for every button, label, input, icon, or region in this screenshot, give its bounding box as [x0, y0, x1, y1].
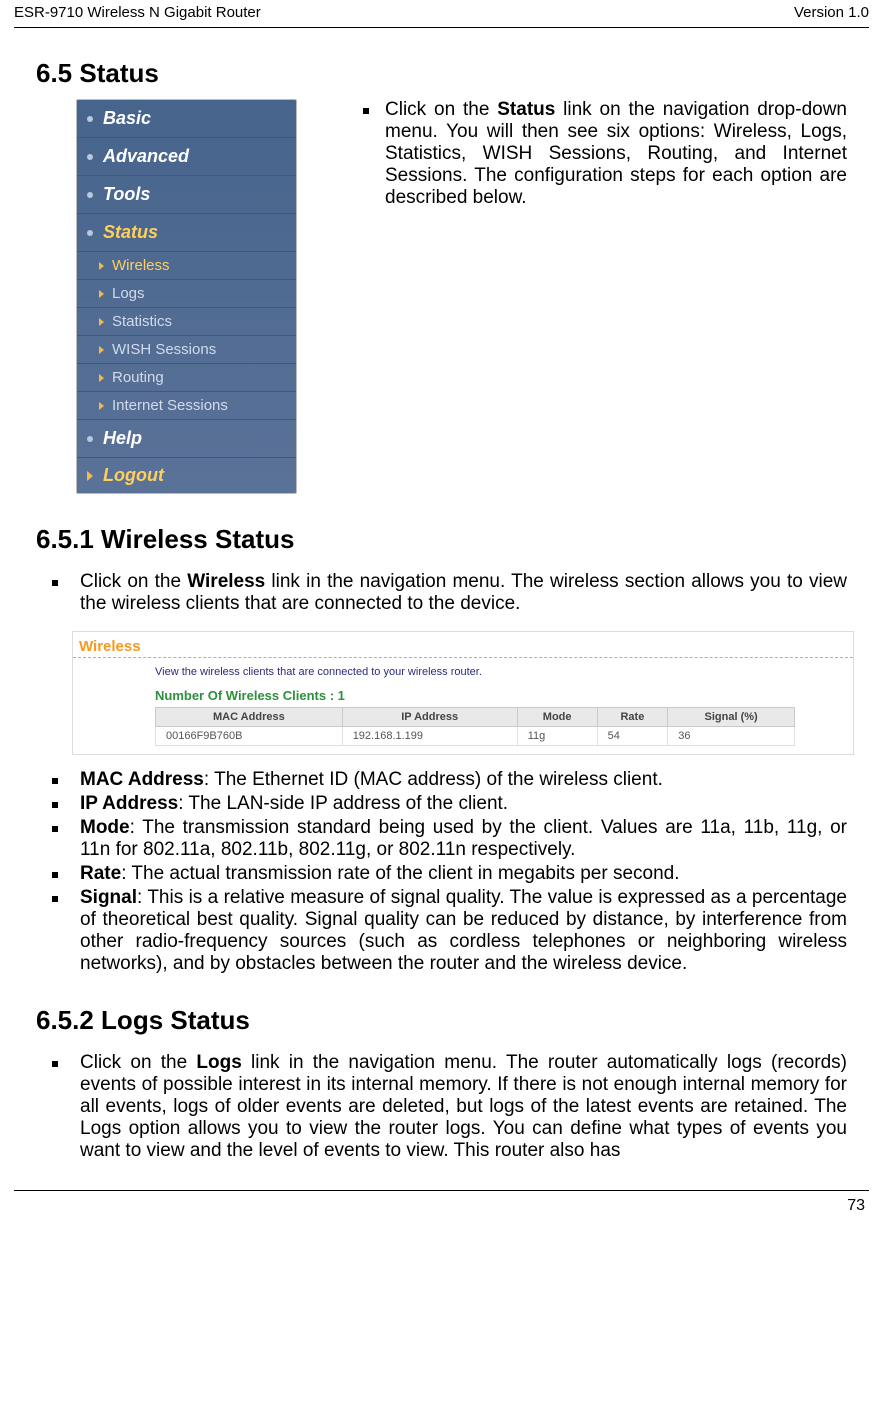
nav-help[interactable]: Help [77, 420, 296, 458]
square-bullet-icon [52, 872, 58, 878]
nav-sub-internet-sessions[interactable]: Internet Sessions [77, 392, 296, 420]
wireless-intro: Click on the Wireless link in the naviga… [36, 571, 847, 615]
square-bullet-icon [52, 1061, 58, 1067]
triangle-icon [99, 374, 104, 382]
col-mac: MAC Address [156, 708, 343, 727]
def-rate: Rate: The actual transmission rate of th… [36, 863, 847, 885]
cell-ip: 192.168.1.199 [342, 727, 517, 746]
nav-tools[interactable]: Tools [77, 176, 296, 214]
triangle-icon [87, 471, 93, 481]
wireless-table: MAC Address IP Address Mode Rate Signal … [155, 707, 795, 746]
triangle-icon [99, 290, 104, 298]
bullet-icon [87, 436, 93, 442]
col-signal: Signal (%) [668, 708, 795, 727]
bullet-icon [87, 116, 93, 122]
nav-sub-logs[interactable]: Logs [77, 280, 296, 308]
nav-sub-wireless[interactable]: Wireless [77, 252, 296, 280]
col-mode: Mode [517, 708, 597, 727]
nav-basic[interactable]: Basic [77, 100, 296, 138]
wireless-client-count: Number Of Wireless Clients : 1 [73, 688, 853, 707]
nav-advanced[interactable]: Advanced [77, 138, 296, 176]
def-ip: IP Address: The LAN-side IP address of t… [36, 793, 847, 815]
table-row: 00166F9B760B 192.168.1.199 11g 54 36 [156, 727, 795, 746]
triangle-icon [99, 262, 104, 270]
def-signal: Signal: This is a relative measure of si… [36, 887, 847, 975]
logs-intro: Click on the Logs link in the navigation… [36, 1052, 847, 1162]
nav-sub-statistics[interactable]: Statistics [77, 308, 296, 336]
header-left: ESR-9710 Wireless N Gigabit Router [14, 4, 261, 21]
page-footer: 73 [14, 1190, 869, 1225]
bullet-icon [87, 192, 93, 198]
square-bullet-icon [363, 108, 369, 114]
triangle-icon [99, 402, 104, 410]
page-number: 73 [847, 1197, 865, 1214]
cell-signal: 36 [668, 727, 795, 746]
cell-mode: 11g [517, 727, 597, 746]
col-ip: IP Address [342, 708, 517, 727]
square-bullet-icon [52, 826, 58, 832]
triangle-icon [99, 346, 104, 354]
square-bullet-icon [52, 778, 58, 784]
cell-rate: 54 [597, 727, 668, 746]
desc-bold: Status [497, 99, 555, 120]
square-bullet-icon [52, 580, 58, 586]
wireless-panel-description: View the wireless clients that are conne… [73, 666, 853, 688]
square-bullet-icon [52, 896, 58, 902]
nav-sub-routing[interactable]: Routing [77, 364, 296, 392]
cell-mac: 00166F9B760B [156, 727, 343, 746]
def-mac: MAC Address: The Ethernet ID (MAC addres… [36, 769, 847, 791]
nav-sub-wish-sessions[interactable]: WISH Sessions [77, 336, 296, 364]
desc-prefix: Click on the [385, 99, 497, 120]
table-header-row: MAC Address IP Address Mode Rate Signal … [156, 708, 795, 727]
square-bullet-icon [52, 802, 58, 808]
triangle-icon [99, 318, 104, 326]
section-6-5-title: 6.5 Status [36, 58, 847, 89]
col-rate: Rate [597, 708, 668, 727]
wireless-panel: Wireless View the wireless clients that … [72, 631, 854, 755]
section-6-5-2-title: 6.5.2 Logs Status [36, 1005, 847, 1036]
wireless-panel-heading: Wireless [73, 632, 853, 658]
section-6-5-1-title: 6.5.1 Wireless Status [36, 524, 847, 555]
status-description: Click on the Status link on the navigati… [357, 99, 847, 209]
page-header: ESR-9710 Wireless N Gigabit Router Versi… [14, 0, 869, 28]
nav-panel: Basic Advanced Tools Status Wireless Log… [76, 99, 297, 494]
nav-logout[interactable]: Logout [77, 458, 296, 493]
nav-status[interactable]: Status [77, 214, 296, 252]
header-right: Version 1.0 [794, 4, 869, 21]
bullet-icon [87, 230, 93, 236]
bullet-icon [87, 154, 93, 160]
def-mode: Mode: The transmission standard being us… [36, 817, 847, 861]
